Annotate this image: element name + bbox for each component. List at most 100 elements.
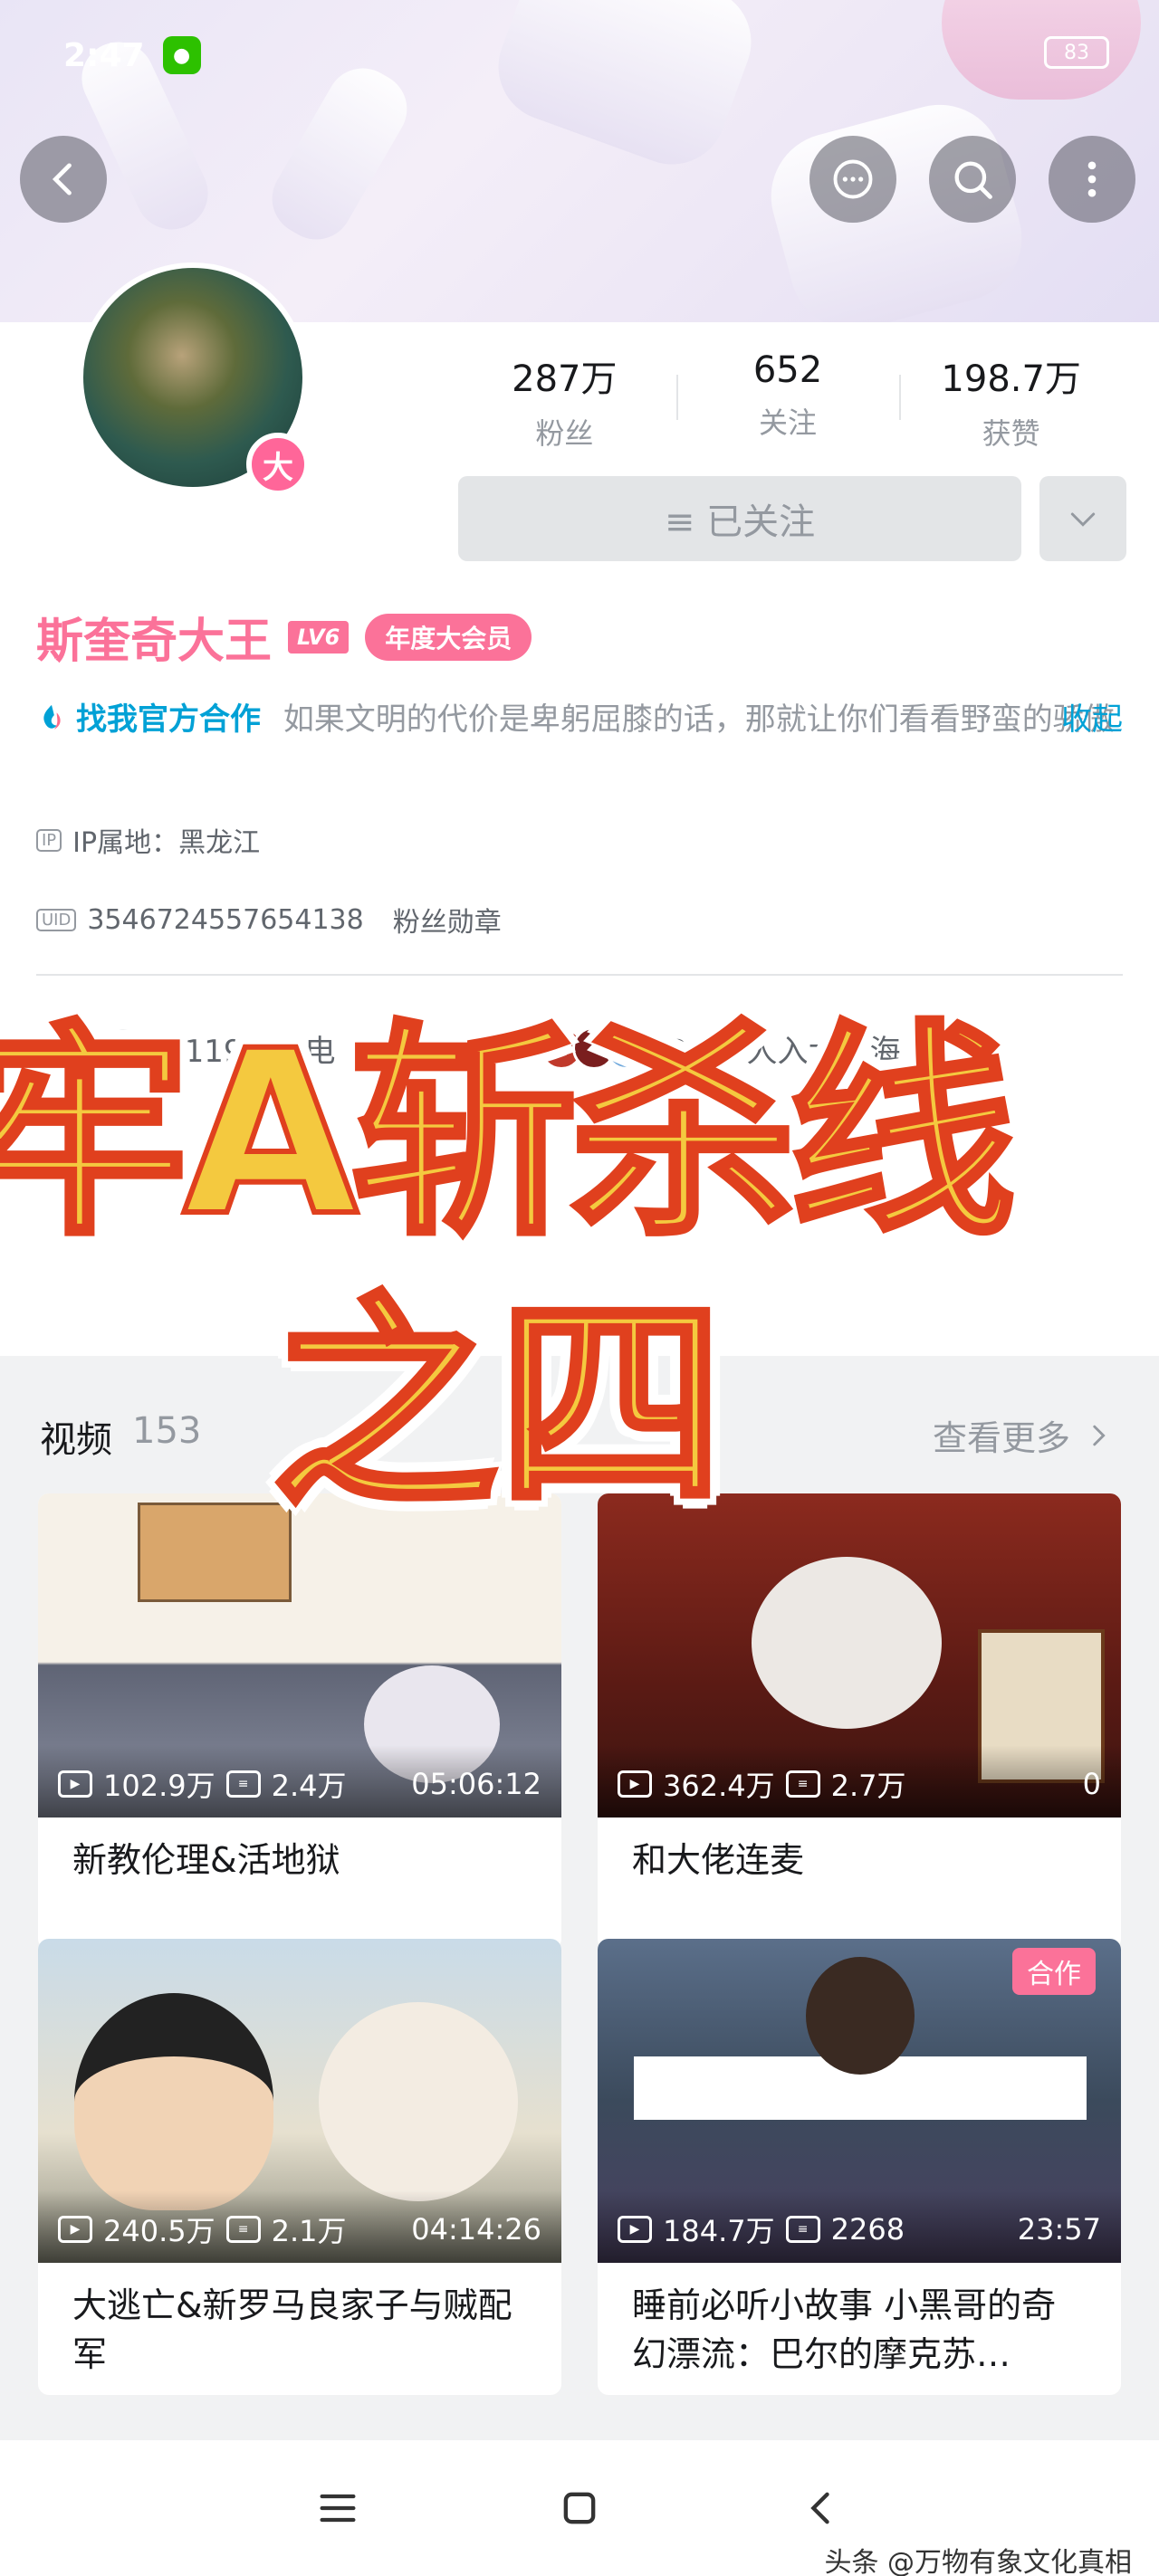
videos-header: 视频 153	[40, 1410, 201, 1463]
danmaku-count: 2.7万	[830, 1769, 906, 1803]
avatar	[101, 1026, 145, 1070]
play-icon: ▶	[58, 2216, 92, 2243]
video-thumbnail: ▶ 102.9万 ≡ 2.4万 05:06:12	[38, 1493, 561, 1818]
more-vertical-icon	[1087, 161, 1097, 197]
video-title: 新教伦理&活地狱	[72, 1840, 340, 1880]
view-more-link[interactable]: 查看更多	[933, 1410, 1114, 1460]
video-title: 大逃亡&新罗马良家子与贼配军	[72, 2285, 512, 2374]
collapse-link[interactable]: 收起	[1061, 695, 1123, 744]
section-title: 视频	[40, 1419, 112, 1461]
video-stats: ▶ 102.9万 ≡ 2.4万 05:06:12	[58, 1763, 541, 1805]
video-title: 和大佬连麦	[632, 1840, 805, 1880]
stat-fans[interactable]: 287万 粉丝	[453, 349, 676, 451]
followed-label: ≡ 已关注	[664, 501, 816, 543]
signature-text: 如果文明的代价是卑躬屈膝的话，那就让你们看看野蛮的骄傲	[283, 701, 1115, 738]
danmaku-count: 2268	[830, 2212, 905, 2247]
stat-value: 287万	[512, 358, 618, 400]
video-count: 153	[132, 1410, 202, 1452]
play-icon: ▶	[618, 2216, 652, 2243]
chat-bubble-icon	[833, 159, 873, 199]
danmaku-count: 2.4万	[271, 1769, 347, 1803]
level-badge: LV6	[288, 620, 350, 654]
thumbnail-art	[806, 1957, 915, 2075]
thumbnail-art	[138, 1503, 292, 1602]
divider	[36, 974, 1123, 976]
guard-row[interactable]: 2908人入大航海	[540, 1012, 901, 1084]
stat-value: 652	[752, 349, 823, 391]
watermark: 头条 @万物有象文化真相	[824, 2547, 1132, 2576]
ip-location-row: IP IP属地：黑龙江	[36, 820, 260, 860]
cooperation-tag: 合作	[1012, 1948, 1096, 1995]
duration: 23:57	[1017, 2212, 1101, 2247]
menu-icon[interactable]	[314, 2485, 361, 2532]
video-card[interactable]: ▶ 102.9万 ≡ 2.4万 05:06:12 新教伦理&活地狱	[38, 1493, 561, 1950]
view-count: 102.9万	[103, 1769, 216, 1803]
uid-icon: UID	[36, 908, 77, 931]
stat-label: 关注	[759, 405, 818, 440]
banner-decoration	[942, 0, 1141, 100]
chevron-right-icon	[1093, 1425, 1106, 1445]
stat-label: 获赞	[982, 416, 1040, 451]
ip-location: IP属地：黑龙江	[72, 827, 261, 859]
video-card[interactable]: ▶ 240.5万 ≡ 2.1万 04:14:26 大逃亡&新罗马良家子与贼配军	[38, 1939, 561, 2395]
followed-button[interactable]: ≡ 已关注	[458, 476, 1021, 561]
view-count: 362.4万	[663, 1769, 775, 1803]
play-icon: ▶	[618, 1770, 652, 1798]
charge-count: 2119人充电	[165, 1033, 336, 1070]
battery-level: 83	[1064, 41, 1089, 64]
stat-likes: 198.7万 获赞	[899, 349, 1123, 451]
home-square-icon[interactable]	[556, 2485, 603, 2532]
cooperation-icon	[43, 704, 61, 730]
follow-dropdown-button[interactable]	[1039, 476, 1126, 561]
thumbnail-art	[752, 1557, 942, 1729]
status-time: 2:47	[63, 36, 145, 74]
back-arrow-icon[interactable]	[798, 2485, 845, 2532]
thumbnail-art	[319, 2002, 518, 2201]
video-thumbnail: 合作 ▶ 184.7万 ≡ 2268 23:57	[598, 1939, 1121, 2263]
search-icon	[954, 161, 992, 199]
fan-medal-link[interactable]: 粉丝勋章	[393, 900, 502, 940]
ip-icon: IP	[36, 828, 62, 852]
stats-row: 287万 粉丝 652 关注 198.7万 获赞	[453, 349, 1123, 451]
search-button[interactable]	[929, 136, 1016, 223]
danmaku-icon: ≡	[225, 1770, 261, 1798]
username: 斯奎奇大王	[36, 615, 273, 669]
video-thumbnail: ▶ 240.5万 ≡ 2.1万 04:14:26	[38, 1939, 561, 2263]
video-stats: ▶ 184.7万 ≡ 2268 23:57	[618, 2209, 1101, 2250]
signature: 找我官方合作 如果文明的代价是卑躬屈膝的话，那就让你们看看野蛮的骄傲 收起	[36, 695, 1123, 744]
stat-value: 198.7万	[941, 358, 1081, 400]
battery-icon: 83	[1044, 36, 1109, 69]
uid-value[interactable]: 3546724557654138	[87, 904, 363, 936]
vip-badge[interactable]: 年度大会员	[365, 613, 532, 661]
guard-count: 2908人入大航海	[668, 1033, 901, 1070]
more-options-button[interactable]	[1049, 136, 1135, 223]
avatar-badge: 大	[246, 433, 310, 496]
view-more-label: 查看更多	[932, 1418, 1070, 1458]
duration: 0	[1082, 1767, 1101, 1801]
name-row: 斯奎奇大王 LV6 年度大会员	[36, 603, 532, 671]
video-card[interactable]: 合作 ▶ 184.7万 ≡ 2268 23:57 睡前必听小故事 小黑哥的奇幻漂流：…	[598, 1939, 1121, 2395]
duration: 05:06:12	[411, 1767, 541, 1801]
wechat-icon: ●	[162, 36, 201, 74]
danmaku-count: 2.1万	[271, 2214, 347, 2248]
thumbnail-art	[74, 1993, 273, 2210]
video-title: 睡前必听小故事 小黑哥的奇幻漂流：巴尔的摩克苏…	[632, 2285, 1057, 2374]
view-count: 240.5万	[103, 2214, 216, 2248]
play-icon: ▶	[58, 1770, 92, 1798]
message-button[interactable]	[809, 136, 896, 223]
stat-following[interactable]: 652 关注	[675, 349, 900, 449]
video-thumbnail: ▶ 362.4万 ≡ 2.7万 0	[598, 1493, 1121, 1818]
danmaku-icon: ≡	[785, 2216, 820, 2243]
video-card[interactable]: ▶ 362.4万 ≡ 2.7万 0 和大佬连麦	[598, 1493, 1121, 1950]
video-stats: ▶ 240.5万 ≡ 2.1万 04:14:26	[58, 2209, 541, 2250]
cooperation-link[interactable]: 找我官方合作	[76, 701, 261, 738]
banner-decoration	[259, 54, 420, 253]
chevron-down-icon	[1070, 512, 1096, 527]
video-stats: ▶ 362.4万 ≡ 2.7万 0	[618, 1763, 1101, 1805]
duration: 04:14:26	[411, 2212, 541, 2247]
danmaku-icon: ≡	[225, 2216, 261, 2243]
banner-decoration	[483, 0, 767, 180]
back-button[interactable]	[20, 136, 107, 223]
charge-row[interactable]: 2119人充电	[36, 1012, 336, 1084]
danmaku-icon: ≡	[785, 1770, 820, 1798]
